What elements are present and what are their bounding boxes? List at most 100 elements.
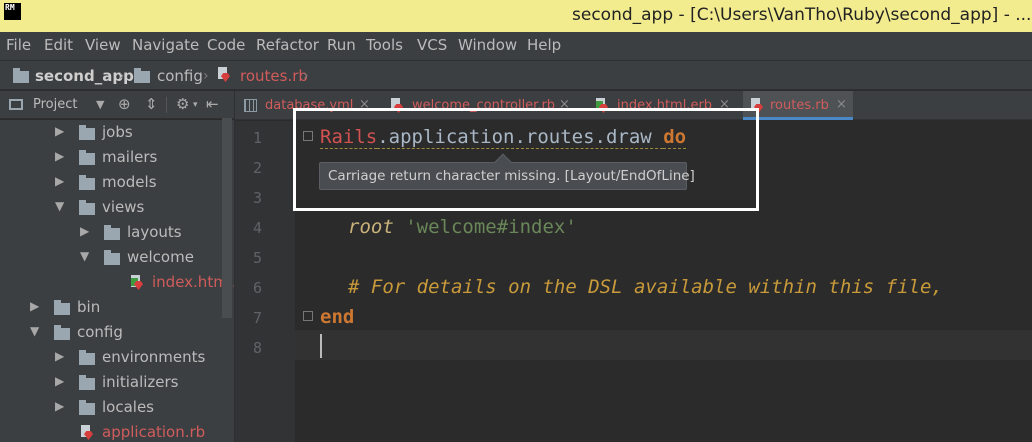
code-line-1: Rails.application.routes.draw do [320,126,687,149]
collapsed-arrow-icon[interactable]: ▶ [55,149,64,163]
tree-item-environments[interactable]: ▶ environments [0,345,234,370]
tree-item-application-rb[interactable]: application.rb [0,420,234,442]
toolbar-divider [166,97,167,113]
tab-database-yml[interactable]: database.yml × [235,91,375,120]
breadcrumb-folder[interactable]: config [157,67,203,85]
menu-vcs[interactable]: VCS [417,36,447,54]
code-comment: # For details on the DSL available withi… [348,276,943,298]
yml-file-icon [244,99,257,112]
collapsed-arrow-icon[interactable]: ▶ [30,299,39,313]
folder-icon [54,325,70,340]
tree-item-models[interactable]: ▶ models [0,170,234,195]
tree-item-label: environments [102,348,206,366]
collapsed-arrow-icon[interactable]: ▶ [80,224,89,238]
expanded-arrow-icon[interactable]: ▼ [55,199,64,213]
rubymine-logo-icon: RM [4,3,21,20]
folder-icon [104,225,120,240]
menu-refactor[interactable]: Refactor [256,36,319,54]
ruby-file-icon [218,67,230,82]
tree-item-locales[interactable]: ▶ locales [0,395,234,420]
collapse-icon[interactable]: ⇕ [145,95,158,113]
tree-item-mailers[interactable]: ▶ mailers [0,145,234,170]
menu-navigate[interactable]: Navigate [132,36,199,54]
ruby-file-icon [81,425,93,440]
hide-icon[interactable]: ⇤ [206,95,219,113]
tree-item-label: mailers [102,148,158,166]
settings-dropdown-icon[interactable]: ▾ [193,100,198,110]
folder-icon [79,375,95,390]
tree-item-label: bin [77,298,101,316]
settings-icon[interactable]: ⚙ [176,95,189,113]
line-number: 2 [252,159,262,177]
project-view-label[interactable]: Project [33,97,77,112]
line-number-gutter: 1 2 3 4 5 6 7 8 [235,121,295,442]
code-constant: Rails [320,126,378,149]
collapsed-arrow-icon[interactable]: ▶ [55,124,64,138]
menu-file[interactable]: File [6,36,31,54]
collapsed-arrow-icon[interactable]: ▶ [55,349,64,363]
chevron-right-icon: › [303,68,309,84]
folder-icon [79,200,95,215]
line-number: 4 [252,219,262,237]
close-icon[interactable]: × [719,97,730,112]
chevron-right-icon: › [203,68,209,84]
tree-item-label: config [77,323,123,341]
collapsed-arrow-icon[interactable]: ▶ [55,374,64,388]
code-line-4: root 'welcome#index' [348,216,577,238]
expanded-arrow-icon[interactable]: ▼ [80,249,89,263]
menu-view[interactable]: View [85,36,121,54]
tree-item-views[interactable]: ▼ views [0,195,234,220]
tab-label: welcome_controller.rb [412,98,556,113]
folder-icon [104,250,120,265]
folder-icon [54,300,70,315]
tree-scrollbar[interactable] [222,118,232,318]
line-number: 3 [252,189,262,207]
locate-icon[interactable]: ⊕ [118,95,131,113]
tab-label: routes.rb [770,98,829,113]
tree-item-label: models [102,173,157,191]
close-icon[interactable]: × [359,97,370,112]
code-string: 'welcome#index' [405,216,577,238]
tree-item-label: layouts [127,223,182,241]
tooltip-message: Carriage return character missing. [Layo… [328,168,695,184]
collapsed-arrow-icon[interactable]: ▶ [55,399,64,413]
folder-icon [79,175,95,190]
menu-code[interactable]: Code [207,36,245,54]
tab-routes-rb[interactable]: routes.rb × [743,91,853,120]
close-icon[interactable]: × [559,97,570,112]
tree-item-config[interactable]: ▼ config [0,320,234,345]
menu-window[interactable]: Window [458,36,517,54]
code-keyword: end [320,306,355,328]
code-text: .application.routes.draw [377,126,664,149]
menu-run[interactable]: Run [327,36,356,54]
tree-item-welcome[interactable]: ▼ welcome [0,245,234,270]
tree-item-bin[interactable]: ▶ bin [0,295,234,320]
expanded-arrow-icon[interactable]: ▼ [30,324,39,338]
dropdown-icon[interactable]: ▼ [96,98,104,111]
code-line-6: # For details on the DSL available withi… [348,276,943,298]
menu-edit[interactable]: Edit [44,36,73,54]
line-number: 1 [252,129,262,147]
breadcrumb-file[interactable]: routes.rb [240,67,308,85]
ruby-file-icon [751,98,763,113]
code-line-7: end [320,306,354,328]
close-icon[interactable]: × [836,97,847,112]
erb-file-icon [596,98,608,113]
tab-welcome-controller[interactable]: welcome_controller.rb × [385,91,575,120]
fold-icon[interactable] [303,131,313,141]
tree-item-initializers[interactable]: ▶ initializers [0,370,234,395]
collapsed-arrow-icon[interactable]: ▶ [55,174,64,188]
tree-item-label: application.rb [102,423,206,441]
menu-tools[interactable]: Tools [366,36,403,54]
fold-icon[interactable] [303,311,313,321]
ruby-file-icon [391,98,403,113]
code-method: root [348,216,406,238]
tab-index-html-erb[interactable]: index.html.erb × [590,91,740,120]
tab-label: index.html.erb [617,98,713,113]
tree-item-jobs[interactable]: ▶ jobs [0,120,234,145]
menu-help[interactable]: Help [527,36,561,54]
tree-item-index-html-erb[interactable]: index.html.e [0,270,234,295]
tree-item-layouts[interactable]: ▶ layouts [0,220,234,245]
project-view-icon [9,99,23,110]
folder-icon [79,125,95,140]
